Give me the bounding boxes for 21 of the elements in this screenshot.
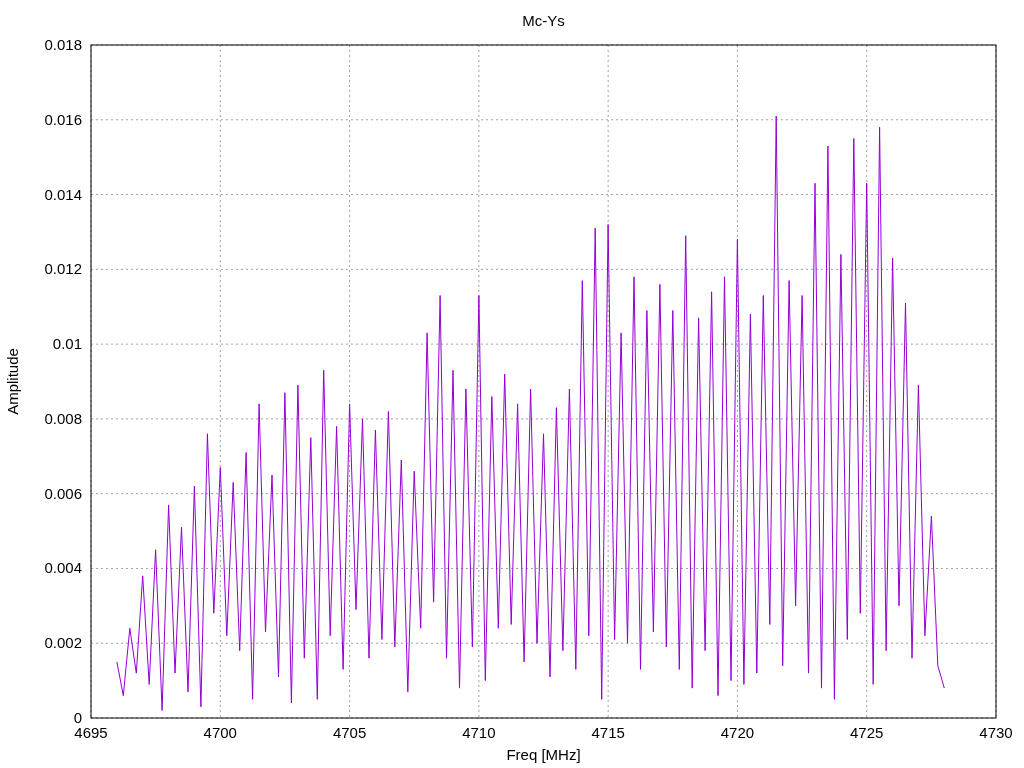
tick-label: 4700 [203,724,237,741]
tick-label: 0.01 [52,335,82,353]
tick-label: 0.014 [44,185,82,203]
x-axis-label: Freq [MHz] [506,746,581,763]
tick-label: 4710 [462,724,496,741]
tick-label: 4730 [979,724,1013,741]
tick-label: 0 [73,709,82,726]
tick-label: 0.018 [44,36,82,53]
tick-label: 4715 [591,724,625,741]
tick-label: 0.012 [44,260,82,278]
tick-label: 0.002 [44,634,82,652]
tick-label: 0.006 [44,484,82,502]
tick-label: 0.008 [44,409,82,427]
y-axis-label: Amplitude [4,348,21,415]
tick-label: 4695 [74,724,108,741]
chart-title: Mc-Ys [522,12,565,29]
tick-label: 4720 [720,724,755,741]
tick-label: 0.004 [44,559,82,577]
tick-label: 4725 [850,724,884,741]
tick-label: 4705 [332,724,367,741]
tick-label: 0.016 [44,110,82,128]
